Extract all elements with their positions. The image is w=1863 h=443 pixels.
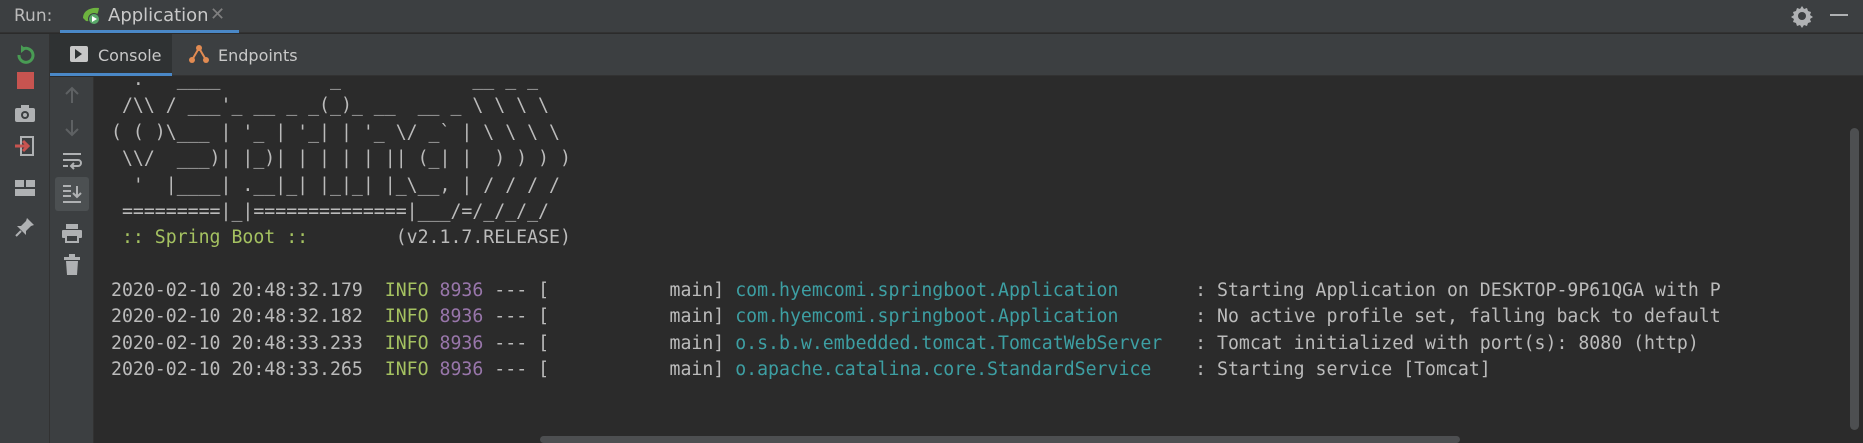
log-thread: main] <box>549 333 725 354</box>
spring-boot-label: :: Spring Boot :: <box>111 227 309 248</box>
log-level: INFO <box>384 359 429 380</box>
console-output[interactable]: . ____ _ __ _ _ /\\ / ___'_ __ _ _(_)_ _… <box>95 77 1863 443</box>
log-logger[interactable]: o.apache.catalina.core.StandardService <box>735 359 1184 380</box>
log-separator: --- [ <box>483 333 550 354</box>
log-message: : Starting Application on DESKTOP-9P61QG… <box>1184 280 1721 301</box>
endpoints-icon <box>189 45 209 63</box>
log-line: 2020-02-10 20:48:33.265 INFO 8936 --- [ … <box>111 359 1491 381</box>
run-subtabs: Console Endpoints <box>50 34 1863 76</box>
log-pid: 8936 <box>439 333 484 354</box>
log-separator: --- [ <box>483 280 550 301</box>
log-timestamp: 2020-02-10 20:48:32.182 <box>111 306 363 327</box>
banner-line: ( ( )\___ | '_ | '_| | '_ \/ _` | \ \ \ … <box>111 122 560 143</box>
vertical-scrollbar[interactable] <box>1850 128 1859 430</box>
log-line: 2020-02-10 20:48:33.233 INFO 8936 --- [ … <box>111 333 1699 355</box>
exit-icon[interactable] <box>14 135 36 157</box>
log-line: 2020-02-10 20:48:32.179 INFO 8936 --- [ … <box>111 280 1721 302</box>
rerun-icon[interactable] <box>15 44 37 66</box>
log-timestamp: 2020-02-10 20:48:32.179 <box>111 280 363 301</box>
horizontal-scrollbar[interactable] <box>540 436 1460 443</box>
scroll-to-end-icon <box>63 185 82 203</box>
log-message: : Starting service [Tomcat] <box>1184 359 1491 380</box>
log-message: : No active profile set, falling back to… <box>1184 306 1721 327</box>
log-level: INFO <box>384 306 429 327</box>
close-icon[interactable]: ✕ <box>210 4 225 25</box>
log-timestamp: 2020-02-10 20:48:33.265 <box>111 359 363 380</box>
gear-icon[interactable] <box>1790 4 1814 28</box>
console-toolbar <box>50 77 94 443</box>
run-tab-application[interactable]: Application ✕ <box>60 0 239 33</box>
tab-endpoints-label: Endpoints <box>218 46 298 65</box>
scroll-to-end-button[interactable] <box>55 177 89 211</box>
tab-endpoints[interactable]: Endpoints <box>172 34 302 76</box>
print-icon[interactable] <box>61 223 83 243</box>
log-pid: 8936 <box>439 306 484 327</box>
spring-boot-version: (v2.1.7.RELEASE) <box>308 227 571 248</box>
log-pid: 8936 <box>439 359 484 380</box>
banner-line: . ____ _ __ _ _ <box>111 77 539 90</box>
log-level: INFO <box>384 280 429 301</box>
log-thread: main] <box>549 306 725 327</box>
log-timestamp: 2020-02-10 20:48:33.233 <box>111 333 363 354</box>
log-separator: --- [ <box>483 306 550 327</box>
banner-line: =========|_|==============|___/=/_/_/_/ <box>111 201 549 222</box>
spring-boot-run-icon <box>83 7 100 25</box>
console-icon <box>70 46 88 62</box>
log-logger[interactable]: com.hyemcomi.springboot.Application <box>735 306 1184 327</box>
soft-wrap-icon[interactable] <box>61 150 83 170</box>
log-line: 2020-02-10 20:48:32.182 INFO 8936 --- [ … <box>111 306 1721 328</box>
log-logger[interactable]: com.hyemcomi.springboot.Application <box>735 280 1184 301</box>
layout-icon[interactable] <box>14 179 36 197</box>
run-label: Run: <box>14 6 53 26</box>
camera-icon[interactable] <box>14 103 36 123</box>
spring-boot-version-line: :: Spring Boot :: (v2.1.7.RELEASE) <box>111 227 571 249</box>
arrow-down-icon[interactable] <box>62 118 82 138</box>
pin-icon[interactable] <box>14 216 36 238</box>
arrow-up-icon[interactable] <box>62 85 82 105</box>
log-level: INFO <box>384 333 429 354</box>
log-separator: --- [ <box>483 359 550 380</box>
banner-line: /\\ / ___'_ __ _ _(_)_ __ __ _ \ \ \ \ <box>111 95 549 116</box>
banner-line: \\/ ___)| |_)| | | | | || (_| | ) ) ) ) <box>111 148 571 169</box>
log-thread: main] <box>549 359 725 380</box>
log-pid: 8936 <box>439 280 484 301</box>
banner-line: ' |____| .__|_| |_|_| |_\__, | / / / / <box>111 175 560 196</box>
run-actions-toolbar <box>0 34 50 443</box>
log-thread: main] <box>549 280 725 301</box>
log-logger[interactable]: o.s.b.w.embedded.tomcat.TomcatWebServer <box>735 333 1184 354</box>
run-tab-title: Application <box>108 5 209 26</box>
trash-icon[interactable] <box>62 254 82 276</box>
tab-console[interactable]: Console <box>50 34 172 76</box>
tab-console-label: Console <box>98 46 162 65</box>
run-toolbar: Run: Application ✕ <box>0 0 1863 33</box>
log-message: : Tomcat initialized with port(s): 8080 … <box>1184 333 1699 354</box>
minimize-icon[interactable] <box>1830 14 1848 16</box>
stop-icon[interactable] <box>17 72 34 89</box>
